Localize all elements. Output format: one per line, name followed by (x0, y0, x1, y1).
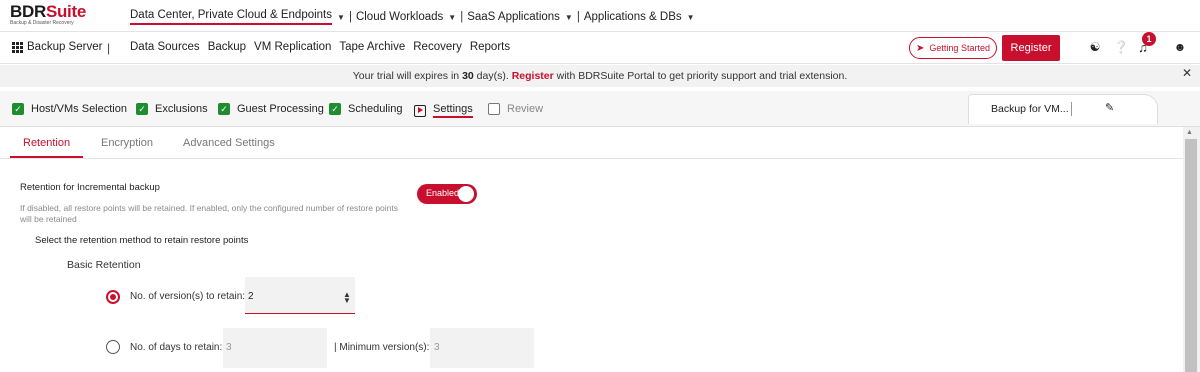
menu-reports[interactable]: Reports (470, 41, 510, 53)
grid-icon (12, 41, 23, 53)
rocket-icon: ➤ (916, 42, 925, 54)
product-nav: Data Center, Private Cloud & Endpoints ▼ … (130, 9, 695, 25)
register-button[interactable]: Register (1002, 35, 1060, 61)
menu-recovery[interactable]: Recovery (413, 41, 462, 53)
days-value: 3 (226, 342, 232, 353)
notification-badge: 1 (1142, 32, 1156, 46)
check-icon: ✓ (329, 103, 341, 115)
check-icon: ✓ (12, 103, 24, 115)
step-label: Host/VMs Selection (31, 103, 127, 115)
menu-vm-replication[interactable]: VM Replication (254, 41, 331, 53)
retention-toggle[interactable]: Enabled (417, 184, 477, 204)
retention-panel (0, 159, 1183, 372)
bdrsuite-logo[interactable]: BDRSuite Backup & Disaster Recovery (10, 3, 86, 26)
logo-text: BDR (10, 2, 46, 21)
backup-server-menu[interactable]: Backup Server (12, 41, 102, 53)
logo-accent-text: Suite (45, 2, 86, 21)
menu-backup[interactable]: Backup (208, 41, 246, 53)
min-versions-input[interactable] (430, 328, 534, 368)
job-tab-divider (1071, 102, 1072, 116)
user-icon[interactable]: ☻ (1172, 40, 1188, 54)
scrollbar-thumb[interactable] (1185, 139, 1197, 372)
step-label: Review (507, 103, 544, 115)
scroll-up-icon[interactable]: ▲ (1186, 129, 1193, 136)
step-host-vms-selection[interactable]: ✓ Host/VMs Selection (12, 103, 127, 115)
retention-description: If disabled, all restore points will be … (20, 203, 398, 224)
banner-text-suffix: with BDRSuite Portal to get priority sup… (553, 70, 848, 82)
main-menu: Data Sources Backup VM Replication Tape … (130, 41, 518, 53)
menu-data-sources[interactable]: Data Sources (130, 41, 200, 53)
check-icon: ✓ (136, 103, 148, 115)
spinner-icon[interactable]: ▲ ▼ (343, 291, 351, 305)
settings-subtabs: Retention Encryption Advanced Settings (0, 127, 1183, 159)
help-icon[interactable]: ❔ (1113, 40, 1129, 54)
job-name-tab: Backup for VM... ✎ (968, 94, 1158, 124)
versions-input[interactable] (245, 277, 355, 314)
basic-retention-title: Basic Retention (67, 259, 141, 271)
product-nav-label: SaaS Applications (467, 11, 560, 23)
step-scheduling[interactable]: ✓ Scheduling (329, 103, 402, 115)
versions-label: No. of version(s) to retain: (130, 291, 246, 302)
min-versions-label: | Minimum version(s): (334, 342, 430, 353)
nav-separator: | (348, 11, 352, 23)
step-label: Guest Processing (237, 103, 324, 115)
min-versions-value: 3 (434, 342, 440, 353)
days-label: No. of days to retain: (130, 342, 223, 353)
nav-divider: | (107, 41, 111, 55)
getting-started-label: Getting Started (929, 43, 990, 53)
edit-icon[interactable]: ✎ (1105, 101, 1114, 114)
step-guest-processing[interactable]: ✓ Guest Processing (218, 103, 324, 115)
step-label: Exclusions (155, 103, 208, 115)
users-icon[interactable]: ☯ (1087, 40, 1103, 54)
logo-tagline: Backup & Disaster Recovery (10, 20, 74, 26)
getting-started-button[interactable]: ➤ Getting Started (909, 37, 997, 59)
active-tab-underline (10, 156, 83, 158)
play-icon (414, 104, 426, 117)
toggle-knob (458, 186, 474, 202)
product-nav-apps[interactable]: Applications & DBs ▼ (584, 11, 695, 23)
days-radio[interactable] (106, 340, 120, 354)
chevron-down-icon: ▼ (448, 12, 457, 22)
days-input[interactable] (223, 328, 327, 368)
product-nav-label: Applications & DBs (583, 11, 682, 23)
chevron-down-icon: ▼ (564, 12, 573, 22)
check-icon: ✓ (218, 103, 230, 115)
close-icon[interactable]: ✕ (1182, 66, 1192, 80)
product-nav-saas[interactable]: SaaS Applications ▼ (467, 11, 573, 23)
step-label: Settings (433, 103, 473, 118)
trial-banner: Your trial will expires in 30 day(s). Re… (0, 65, 1200, 87)
checkbox-empty-icon (488, 103, 500, 115)
product-nav-cloud[interactable]: Cloud Workloads ▼ (356, 11, 456, 23)
chevron-down-icon: ▼ (686, 12, 695, 22)
chevron-down-icon: ▼ (337, 12, 345, 22)
nav-separator: | (460, 11, 464, 23)
versions-radio[interactable] (106, 290, 120, 304)
step-review[interactable]: Review (488, 103, 543, 115)
product-nav-label: Cloud Workloads (355, 11, 444, 23)
step-exclusions[interactable]: ✓ Exclusions (136, 103, 208, 115)
product-nav-label: Data Center, Private Cloud & Endpoints (130, 9, 333, 25)
retention-method-title: Select the retention method to retain re… (35, 235, 249, 246)
step-settings[interactable]: Settings (414, 103, 473, 118)
menu-tape-archive[interactable]: Tape Archive (339, 41, 405, 53)
tab-advanced-settings[interactable]: Advanced Settings (183, 137, 275, 149)
trial-days: 30 (462, 70, 474, 82)
versions-value: 2 (248, 291, 254, 302)
tab-retention[interactable]: Retention (23, 137, 70, 149)
nav-separator: | (576, 11, 580, 23)
job-name: Backup for VM... (991, 103, 1069, 115)
banner-text-mid: day(s). (473, 70, 512, 82)
toggle-label: Enabled (426, 188, 460, 198)
retention-title: Retention for Incremental backup (20, 182, 160, 193)
banner-register-link[interactable]: Register (512, 70, 554, 82)
product-nav-datacenter[interactable]: Data Center, Private Cloud & Endpoints ▼ (130, 9, 345, 25)
step-label: Scheduling (348, 103, 403, 115)
backup-server-label: Backup Server (27, 41, 103, 53)
banner-text-prefix: Your trial will expires in (352, 70, 463, 82)
top-bar: BDRSuite Backup & Disaster Recovery Data… (0, 0, 1200, 32)
tab-encryption[interactable]: Encryption (101, 137, 153, 149)
